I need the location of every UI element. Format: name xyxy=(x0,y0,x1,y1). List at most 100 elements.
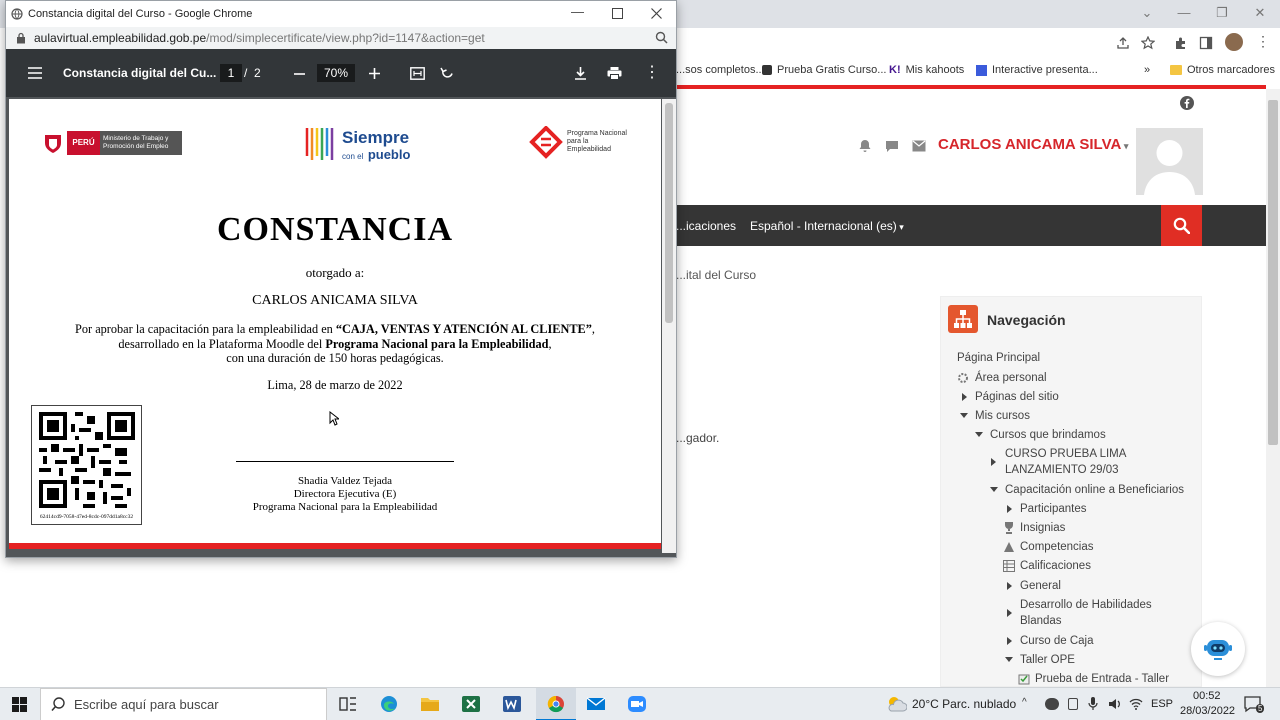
input-language[interactable]: ESP xyxy=(1151,698,1173,710)
task-view-icon[interactable] xyxy=(338,695,358,713)
zoom-search-icon[interactable] xyxy=(655,31,668,44)
edge-icon[interactable] xyxy=(379,695,399,713)
language-menu[interactable]: Español - Internacional (es) ▾ xyxy=(750,219,904,233)
page-number-input[interactable]: 1 xyxy=(220,64,242,82)
bell-icon[interactable] xyxy=(858,139,872,153)
zoom-app-icon[interactable] xyxy=(627,695,647,713)
other-bookmarks[interactable]: Otros marcadores xyxy=(1170,64,1275,76)
expand-triangle-icon[interactable] xyxy=(991,458,996,466)
sidepanel-icon[interactable] xyxy=(1199,36,1213,50)
nav-item-site-pages[interactable]: Páginas del sitio xyxy=(975,389,1059,405)
mail-icon[interactable] xyxy=(912,140,926,152)
excel-icon[interactable] xyxy=(461,695,481,713)
certificate-line-2: desarrollado en la Plataforma Moodle del… xyxy=(118,337,552,351)
chrome-taskbar-button[interactable] xyxy=(536,688,576,720)
facebook-icon[interactable] xyxy=(1180,96,1194,110)
expand-triangle-icon[interactable] xyxy=(962,393,967,401)
nav-item-dashboard[interactable]: Área personal xyxy=(975,370,1047,386)
nav-item-soft-skills[interactable]: Desarrollo de Habilidades Blandas xyxy=(1020,597,1180,629)
collapse-triangle-icon[interactable] xyxy=(1005,657,1013,662)
nav-item-my-courses[interactable]: Mis cursos xyxy=(975,408,1030,424)
zoom-out-icon[interactable] xyxy=(294,73,305,75)
kahoot-icon: K! xyxy=(889,64,901,76)
chat-icon[interactable] xyxy=(885,139,899,153)
windows-start-icon[interactable] xyxy=(12,697,27,712)
chatbot-button[interactable] xyxy=(1191,622,1245,676)
siempre-text: Siempre xyxy=(342,128,410,147)
search-button[interactable] xyxy=(1161,205,1202,246)
nav-item-general[interactable]: General xyxy=(1020,578,1061,594)
user-menu[interactable]: CARLOS ANICAMA SILVA ▾ xyxy=(938,136,1128,153)
show-hidden-icons[interactable]: ^ xyxy=(1022,697,1027,708)
more-options-icon[interactable]: ⋮ xyxy=(644,62,660,82)
expand-triangle-icon[interactable] xyxy=(1007,637,1012,645)
star-icon[interactable] xyxy=(1141,36,1155,50)
nav-item-badges[interactable]: Insignias xyxy=(1020,520,1065,536)
extensions-icon[interactable] xyxy=(1173,36,1187,50)
weather-text[interactable]: 20°C Parc. nublado xyxy=(912,697,1016,711)
bookmarks-overflow[interactable]: » xyxy=(1144,64,1150,76)
expand-triangle-icon[interactable] xyxy=(1007,505,1012,513)
rotate-icon[interactable] xyxy=(440,66,455,81)
popup-maximize-button[interactable] xyxy=(612,8,623,19)
nav-item-applications[interactable]: ...icaciones xyxy=(676,219,736,233)
collapse-triangle-icon[interactable] xyxy=(975,432,983,437)
chevron-down-icon[interactable]: ⌄ xyxy=(1135,5,1159,21)
hamburger-menu-icon[interactable] xyxy=(28,67,42,79)
cloud-status-icon[interactable] xyxy=(1045,698,1059,710)
close-button[interactable]: ✕ xyxy=(1248,5,1272,21)
fit-page-icon[interactable] xyxy=(410,67,425,80)
collapse-triangle-icon[interactable] xyxy=(960,413,968,418)
zoom-input[interactable]: 70% xyxy=(317,64,355,82)
nav-item-participants[interactable]: Participantes xyxy=(1020,501,1086,517)
nav-item-courses-offered[interactable]: Cursos que brindamos xyxy=(990,427,1106,443)
bookmark-4[interactable]: Interactive presenta... xyxy=(976,64,1098,76)
bookmark-1[interactable]: ...sos completos... xyxy=(676,64,765,76)
clock-date[interactable]: 28/03/2022 xyxy=(1180,705,1235,717)
print-icon[interactable] xyxy=(607,66,622,80)
popup-close-button[interactable] xyxy=(651,8,662,19)
expand-triangle-icon[interactable] xyxy=(1007,609,1012,617)
collapse-triangle-icon[interactable] xyxy=(990,487,998,492)
navigation-title: Navegación xyxy=(987,312,1066,328)
volume-icon[interactable] xyxy=(1108,698,1122,710)
nav-item-entry-test[interactable]: Prueba de Entrada - Taller xyxy=(1035,671,1169,687)
pdf-document-title: Constancia digital del Cu... xyxy=(63,66,217,80)
nav-item-beneficiarios[interactable]: Capacitación online a Beneficiarios xyxy=(1005,482,1184,498)
nav-item-competencies[interactable]: Competencias xyxy=(1020,539,1094,555)
pdf-scrollbar-thumb[interactable] xyxy=(665,103,673,323)
popup-minimize-button[interactable]: — xyxy=(571,4,584,19)
nav-item-taller-ope[interactable]: Taller OPE xyxy=(1020,652,1075,668)
user-avatar[interactable] xyxy=(1136,128,1203,195)
place-and-date: Lima, 28 de marzo de 2022 xyxy=(267,378,403,392)
wifi-icon[interactable] xyxy=(1129,697,1143,710)
nav-item-course-lima[interactable]: CURSO PRUEBA LIMA LANZAMIENTO 29/03 xyxy=(1005,446,1165,478)
menu-dots-icon[interactable]: ⋮ xyxy=(1256,33,1270,50)
grades-table-icon xyxy=(1003,560,1015,572)
device-icon[interactable] xyxy=(1068,698,1078,710)
nav-item-grades[interactable]: Calificaciones xyxy=(1020,558,1091,574)
page-scrollbar-thumb[interactable] xyxy=(1268,100,1278,445)
bookmark-3[interactable]: K! Mis kahoots xyxy=(889,64,964,76)
certificate-heading: CONSTANCIA xyxy=(216,211,454,248)
minimize-button[interactable]: — xyxy=(1172,5,1196,21)
bookmark-2[interactable]: Prueba Gratis Curso... xyxy=(762,64,886,76)
microphone-icon[interactable] xyxy=(1088,697,1098,711)
profile-avatar[interactable] xyxy=(1225,33,1243,51)
clock-time[interactable]: 00:52 xyxy=(1193,690,1221,702)
breadcrumb[interactable]: ...ital del Curso xyxy=(676,268,756,282)
share-icon[interactable] xyxy=(1116,36,1130,50)
nav-item-cashier-course[interactable]: Curso de Caja xyxy=(1020,633,1094,649)
mail-app-icon[interactable] xyxy=(586,695,606,713)
nav-item-home[interactable]: Página Principal xyxy=(957,350,1040,366)
expand-triangle-icon[interactable] xyxy=(1007,582,1012,590)
zoom-in-icon[interactable] xyxy=(369,68,380,79)
popup-address-bar[interactable]: aulavirtual.empleabilidad.gob.pe/mod/sim… xyxy=(6,27,676,49)
notification-count: 5 xyxy=(1256,704,1265,713)
page-total: 2 xyxy=(254,66,261,80)
word-icon[interactable] xyxy=(502,695,522,713)
taskbar-search-box[interactable]: Escribe aquí para buscar xyxy=(40,688,327,720)
download-icon[interactable] xyxy=(574,66,587,80)
restore-button[interactable]: ❐ xyxy=(1210,5,1234,21)
file-explorer-icon[interactable] xyxy=(420,695,440,713)
